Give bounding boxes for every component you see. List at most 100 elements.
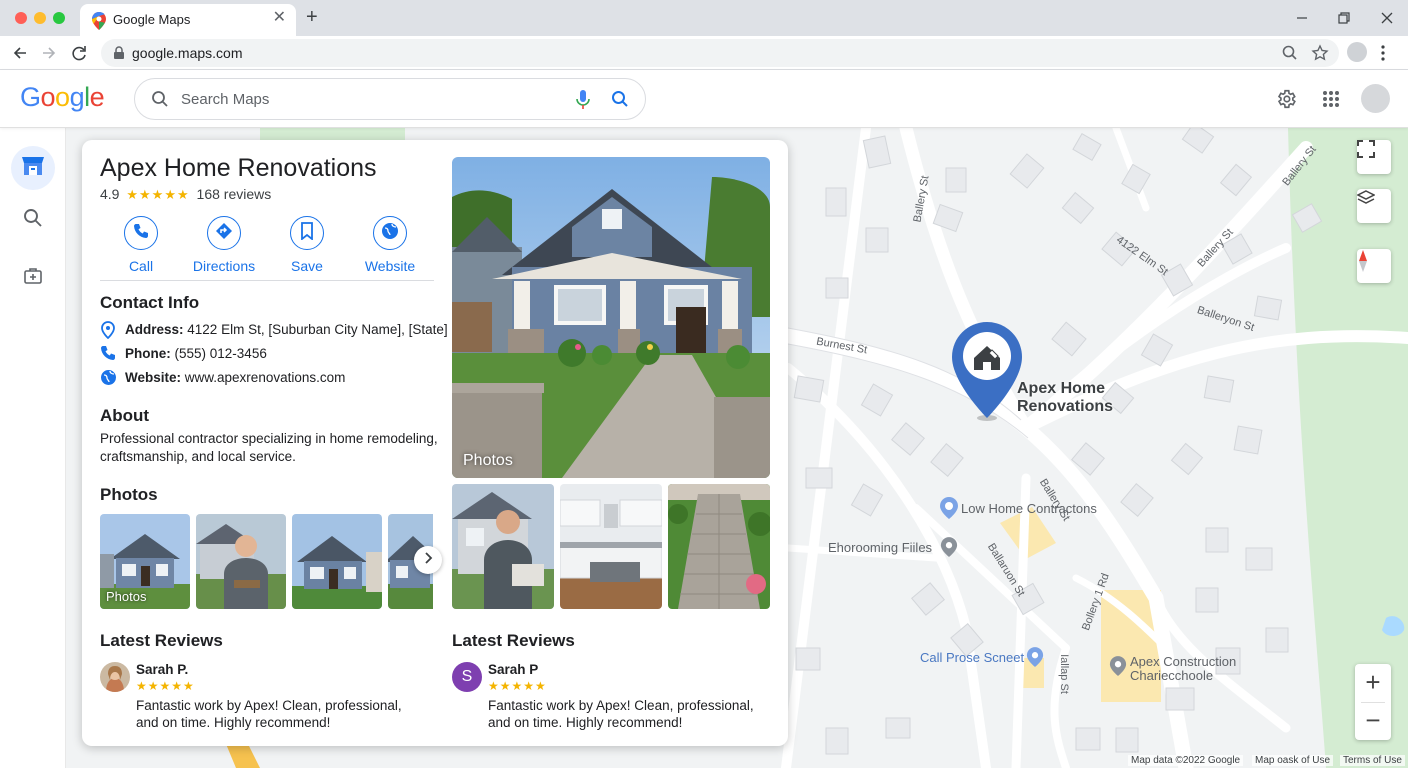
poi-label-low-home[interactable]: Low Home Contractons [961,501,1097,516]
window-minimize-dot[interactable] [34,12,46,24]
browser-tab[interactable]: Google Maps ✕ [80,4,296,36]
photo-contractor[interactable] [452,484,554,609]
map-building [1009,153,1045,189]
map-building [1203,375,1235,403]
minimize-icon[interactable] [1292,8,1312,28]
review-stars: ★★★★★ [488,679,547,693]
terms-link[interactable]: Terms of Use [1340,755,1405,766]
reviews-title-right: Latest Reviews [452,631,575,650]
settings-gear-icon[interactable] [1275,88,1297,115]
maps-favicon-icon [92,12,106,35]
save-button[interactable]: Save [267,216,347,274]
map-building [825,277,849,299]
reviewer-avatar-photo[interactable] [100,662,130,692]
rail-search-button[interactable] [11,198,55,242]
reviews-count-link[interactable]: 168 reviews [197,186,272,202]
microphone-icon[interactable] [575,89,591,116]
review-text: Fantastic work by Apex! Clean, professio… [136,698,402,730]
call-label[interactable]: Call [101,258,181,274]
globe-icon [100,369,117,389]
maps-header: Google [0,70,1408,128]
map-building [1245,547,1273,571]
photo-thumb-contractor[interactable] [196,514,286,609]
browser-tab-bar: Google Maps ✕ + [0,0,1408,36]
address-bar[interactable]: google.maps.com [101,39,1339,67]
photo-kitchen[interactable] [560,484,662,609]
reload-icon[interactable] [68,42,90,64]
map-oask-link[interactable]: Map oask of Use [1252,755,1334,766]
main-photo[interactable]: Photos [452,157,770,478]
pin-label[interactable]: Apex Home Renovations [1017,380,1113,416]
zoom-magnifier-icon[interactable] [1281,44,1299,67]
directions-button[interactable]: Directions [184,216,264,274]
back-arrow-icon[interactable] [9,42,31,64]
account-avatar[interactable] [1361,84,1390,113]
rail-business-button[interactable] [11,146,55,190]
save-circle[interactable] [290,216,324,250]
poi-label-apex-construction[interactable]: Apex Construction Chariecchoole [1130,655,1236,683]
pin-label-line: Renovations [1017,398,1114,415]
save-label[interactable]: Save [267,258,347,274]
directions-label[interactable]: Directions [184,258,264,274]
profile-avatar[interactable] [1347,42,1367,62]
poi-line: Apex Construction [1130,654,1237,669]
website-label[interactable]: Website [350,258,430,274]
url-text[interactable]: google.maps.com [132,45,243,61]
reviewer-avatar-initial[interactable]: S [452,662,482,692]
search-box[interactable] [134,78,646,120]
photo-thumb-house-2[interactable] [292,514,382,609]
photo-walkway[interactable] [668,484,770,609]
poi-label-ehorooming[interactable]: Ehorooming Fiiles [828,540,932,555]
directions-circle[interactable] [207,216,241,250]
map-data-credit: Map data ©2022 Google [1128,755,1244,766]
website-button[interactable]: Website [350,216,430,274]
compass-button[interactable] [1357,249,1391,283]
apps-grid-icon[interactable] [1322,90,1340,113]
map-building [1120,483,1154,517]
map-building [1072,133,1102,161]
map-building [1165,687,1195,711]
window-close-dot[interactable] [15,12,27,24]
search-input[interactable] [181,89,561,109]
forward-arrow-icon[interactable] [38,42,60,64]
directions-icon [215,222,233,245]
logo-letter: g [69,82,85,112]
pin-label-line: Apex Home [1017,380,1106,397]
map-building [1075,727,1101,751]
poi-line: Chariecchoole [1130,668,1214,683]
map-building [860,383,894,417]
zoom-in-button[interactable]: + [1355,664,1391,702]
window-close-icon[interactable] [1377,8,1397,28]
restore-icon[interactable] [1334,8,1354,28]
website-circle[interactable] [373,216,407,250]
map-building [891,422,925,456]
fullscreen-button[interactable] [1357,140,1391,174]
phone-value: (555) 012-3456 [174,346,267,361]
location-icon [100,321,116,342]
browser-menu-icon[interactable] [1380,43,1386,68]
map-building [795,647,821,671]
bookmark-star-icon[interactable] [1311,44,1329,67]
photo-thumb-house[interactable]: Photos [100,514,190,609]
map-building [1121,163,1151,195]
call-button[interactable]: Call [101,216,181,274]
briefcase-icon [23,266,43,291]
photos-next-button[interactable] [414,546,442,574]
google-logo[interactable]: Google [20,82,105,113]
map-building [1115,727,1139,753]
lock-icon[interactable] [113,46,125,65]
search-submit-icon[interactable] [611,90,629,113]
place-title: Apex Home Renovations [100,154,377,182]
call-circle[interactable] [124,216,158,250]
review-author[interactable]: Sarah P [488,662,538,677]
map-building [1195,587,1219,613]
zoom-out-button[interactable]: − [1355,702,1391,740]
tab-close-icon[interactable]: ✕ [273,10,286,26]
rail-saved-button[interactable] [11,256,55,300]
layers-button[interactable] [1357,189,1391,223]
new-tab-button[interactable]: + [306,6,318,28]
map-building [1170,442,1204,476]
window-zoom-dot[interactable] [53,12,65,24]
poi-label-call-prose[interactable]: Call Prose Scneet [920,650,1024,665]
review-author[interactable]: Sarah P. [136,662,188,677]
